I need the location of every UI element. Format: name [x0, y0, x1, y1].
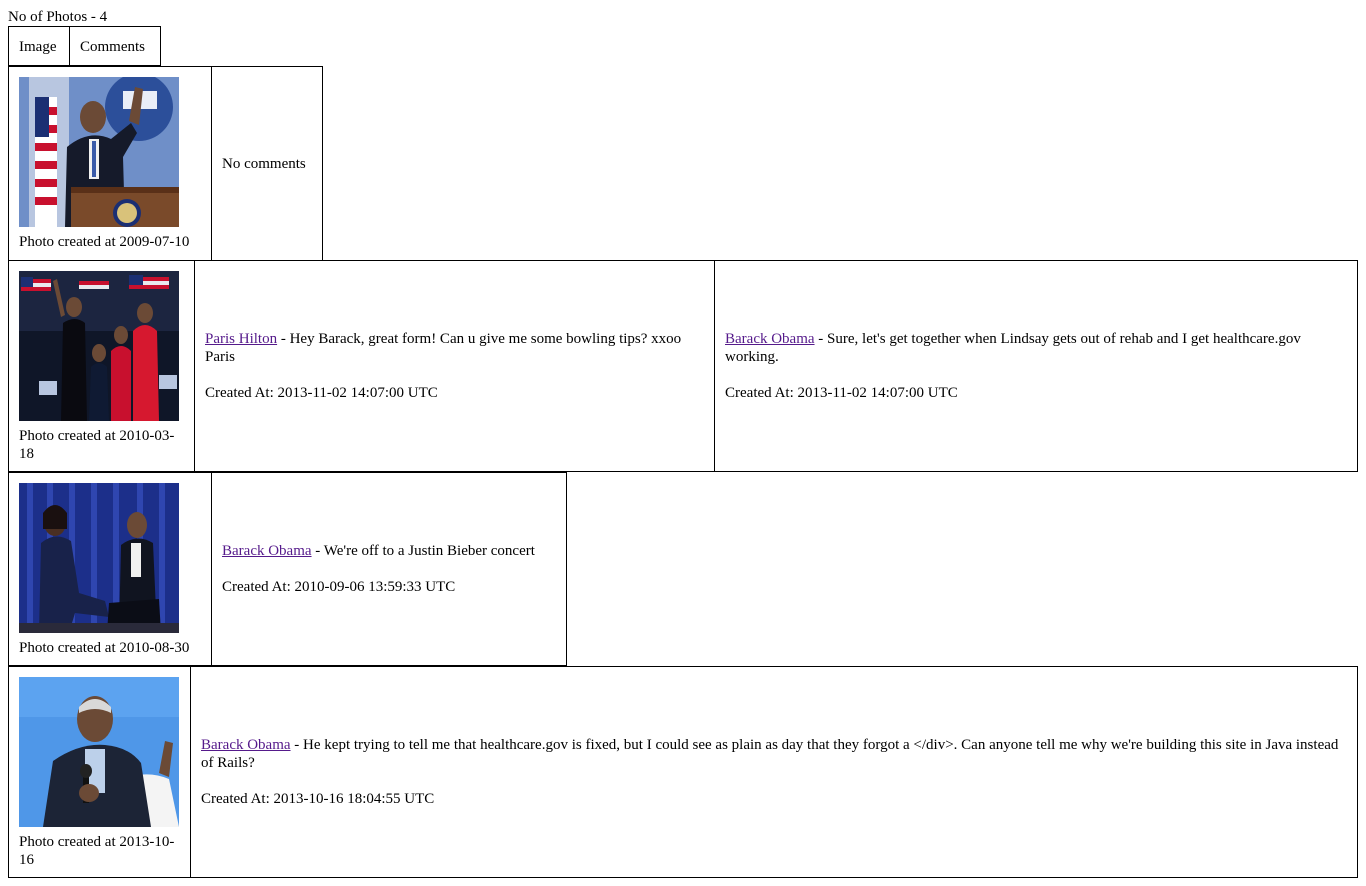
- comment-user-link[interactable]: Barack Obama: [201, 737, 291, 753]
- header-image: Image: [8, 26, 70, 66]
- comment-user-link[interactable]: Paris Hilton: [205, 331, 277, 347]
- comment-user-link[interactable]: Barack Obama: [725, 331, 815, 347]
- photo-caption: Photo created at 2010-08-30: [19, 640, 190, 656]
- comment-cell: Barack Obama - We're off to a Justin Bie…: [211, 472, 567, 666]
- comment-cell: Barack Obama - Sure, let's get together …: [714, 260, 1358, 472]
- comment-created-at: Created At: 2013-11-02 14:07:00 UTC: [205, 385, 438, 401]
- photo-caption: Photo created at 2009-07-10: [19, 234, 190, 250]
- comment-body: Barack Obama - Sure, let's get together …: [725, 330, 1347, 366]
- photo-image-cell: Photo created at 2010-08-30: [8, 472, 212, 666]
- couple-seated-photo[interactable]: [19, 483, 179, 633]
- comments-cell: No comments: [211, 66, 323, 261]
- photo-caption: Photo created at 2010-03-18: [19, 428, 175, 462]
- photo-image-cell: Photo created at 2009-07-10: [8, 66, 212, 261]
- comment-cell: Barack Obama - He kept trying to tell me…: [190, 666, 1358, 878]
- comment-text: - He kept trying to tell me that healthc…: [201, 737, 1339, 771]
- comment-cell: Paris Hilton - Hey Barack, great form! C…: [194, 260, 715, 472]
- no-comments-text: No comments: [222, 155, 306, 172]
- podium-speech-photo[interactable]: [19, 77, 179, 227]
- comment-created-at: Created At: 2013-10-16 18:04:55 UTC: [201, 791, 435, 807]
- photo-count: No of Photos - 4: [8, 9, 108, 25]
- comment-body: Barack Obama - He kept trying to tell me…: [201, 736, 1347, 772]
- comment-body: Paris Hilton - Hey Barack, great form! C…: [205, 330, 704, 366]
- family-rally-photo[interactable]: [19, 271, 179, 421]
- photo-image-cell: Photo created at 2013-10-16: [8, 666, 191, 878]
- photo-caption: Photo created at 2013-10-16: [19, 834, 175, 868]
- comment-created-at: Created At: 2013-11-02 14:07:00 UTC: [725, 385, 958, 401]
- comment-text: - We're off to a Justin Bieber concert: [311, 543, 535, 559]
- comment-body: Barack Obama - We're off to a Justin Bie…: [222, 542, 556, 560]
- comment-text: - Hey Barack, great form! Can u give me …: [205, 331, 682, 365]
- photo-image-cell: Photo created at 2010-03-18: [8, 260, 195, 472]
- comment-created-at: Created At: 2010-09-06 13:59:33 UTC: [222, 579, 456, 595]
- header-comments: Comments: [69, 26, 161, 66]
- microphone-portrait-photo[interactable]: [19, 677, 179, 827]
- comment-user-link[interactable]: Barack Obama: [222, 543, 312, 559]
